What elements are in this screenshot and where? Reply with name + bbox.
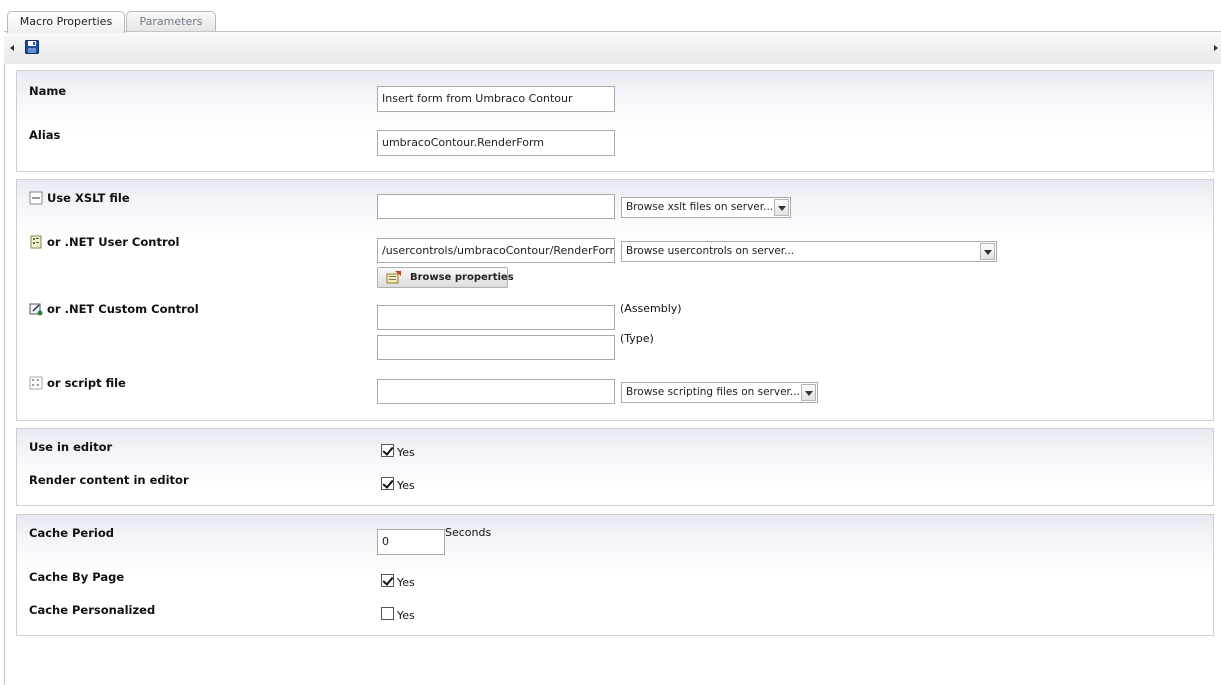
xslt-label-text: Use XSLT file xyxy=(47,191,130,205)
usercontrol-label-text: or .NET User Control xyxy=(47,235,180,249)
cache-by-page-yes: Yes xyxy=(397,576,415,589)
panel-source: Use XSLT file Browse xslt files on serve… xyxy=(16,179,1214,421)
custom-control-label: or .NET Custom Control xyxy=(29,302,199,316)
cache-personalized-label: Cache Personalized xyxy=(29,603,156,617)
xslt-select-value: Browse xslt files on server... xyxy=(626,201,774,213)
alias-label: Alias xyxy=(29,128,61,142)
use-in-editor-label: Use in editor xyxy=(29,440,113,454)
name-label: Name xyxy=(29,84,67,98)
render-in-editor-checkbox[interactable] xyxy=(381,477,394,490)
browse-properties-icon xyxy=(386,271,401,284)
alias-input[interactable]: umbracoContour.RenderForm xyxy=(377,130,615,156)
use-in-editor-checkbox[interactable] xyxy=(381,444,394,457)
usercontrol-label: or .NET User Control xyxy=(29,235,179,249)
scroll-right-icon[interactable] xyxy=(1214,45,1218,51)
cache-by-page-checkbox[interactable] xyxy=(381,574,394,587)
script-file-select[interactable]: Browse scripting files on server... xyxy=(621,382,818,403)
toolbar xyxy=(4,31,1221,64)
type-input[interactable] xyxy=(377,335,615,360)
cache-personalized-yes: Yes xyxy=(397,609,415,622)
chevron-down-icon[interactable] xyxy=(801,384,816,401)
script-file-select-value: Browse scripting files on server... xyxy=(626,386,800,398)
assembly-note: (Assembly) xyxy=(620,302,682,315)
xslt-label: Use XSLT file xyxy=(29,191,130,205)
user-control-icon xyxy=(30,235,42,249)
browse-properties-label: Browse properties xyxy=(410,272,514,283)
cache-period-input[interactable]: 0 xyxy=(377,529,445,555)
usercontrol-input[interactable]: /usercontrols/umbracoContour/RenderForm.… xyxy=(377,238,615,263)
save-icon[interactable] xyxy=(25,40,39,54)
use-in-editor-yes: Yes xyxy=(397,446,415,459)
script-file-label: or script file xyxy=(29,376,126,390)
script-file-label-text: or script file xyxy=(47,376,126,390)
content-area: Name Insert form from Umbraco Contour Al… xyxy=(4,64,1221,685)
chevron-down-icon[interactable] xyxy=(774,199,789,216)
chevron-down-icon[interactable] xyxy=(980,243,995,260)
script-file-icon xyxy=(29,376,43,390)
tab-macro-properties[interactable]: Macro Properties xyxy=(7,11,125,33)
tab-bar: Macro Properties Parameters xyxy=(0,0,1221,33)
assembly-input[interactable] xyxy=(377,305,615,330)
name-input[interactable]: Insert form from Umbraco Contour xyxy=(377,86,615,112)
cache-personalized-checkbox[interactable] xyxy=(381,607,394,620)
custom-control-icon xyxy=(29,303,43,316)
cache-period-label: Cache Period xyxy=(29,526,114,540)
panel-editor: Use in editor Yes Render content in edit… xyxy=(16,428,1214,506)
panel-cache: Cache Period 0 Seconds Cache By Page Yes… xyxy=(16,514,1214,636)
browse-properties-button[interactable]: Browse properties xyxy=(377,267,514,288)
panel-basic: Name Insert form from Umbraco Contour Al… xyxy=(16,70,1214,172)
scroll-left-icon[interactable] xyxy=(10,45,14,51)
xslt-file-icon xyxy=(29,191,43,205)
cache-by-page-label: Cache By Page xyxy=(29,570,125,584)
xslt-input[interactable] xyxy=(377,194,615,219)
render-in-editor-label: Render content in editor xyxy=(29,473,189,487)
xslt-select[interactable]: Browse xslt files on server... xyxy=(621,197,791,218)
render-in-editor-yes: Yes xyxy=(397,479,415,492)
usercontrol-select[interactable]: Browse usercontrols on server... xyxy=(621,241,997,262)
usercontrol-select-value: Browse usercontrols on server... xyxy=(626,245,795,257)
script-file-input[interactable] xyxy=(377,379,615,404)
custom-control-label-text: or .NET Custom Control xyxy=(47,302,199,316)
tab-parameters[interactable]: Parameters xyxy=(126,11,216,32)
type-note: (Type) xyxy=(620,332,654,345)
cache-period-unit: Seconds xyxy=(445,526,492,539)
